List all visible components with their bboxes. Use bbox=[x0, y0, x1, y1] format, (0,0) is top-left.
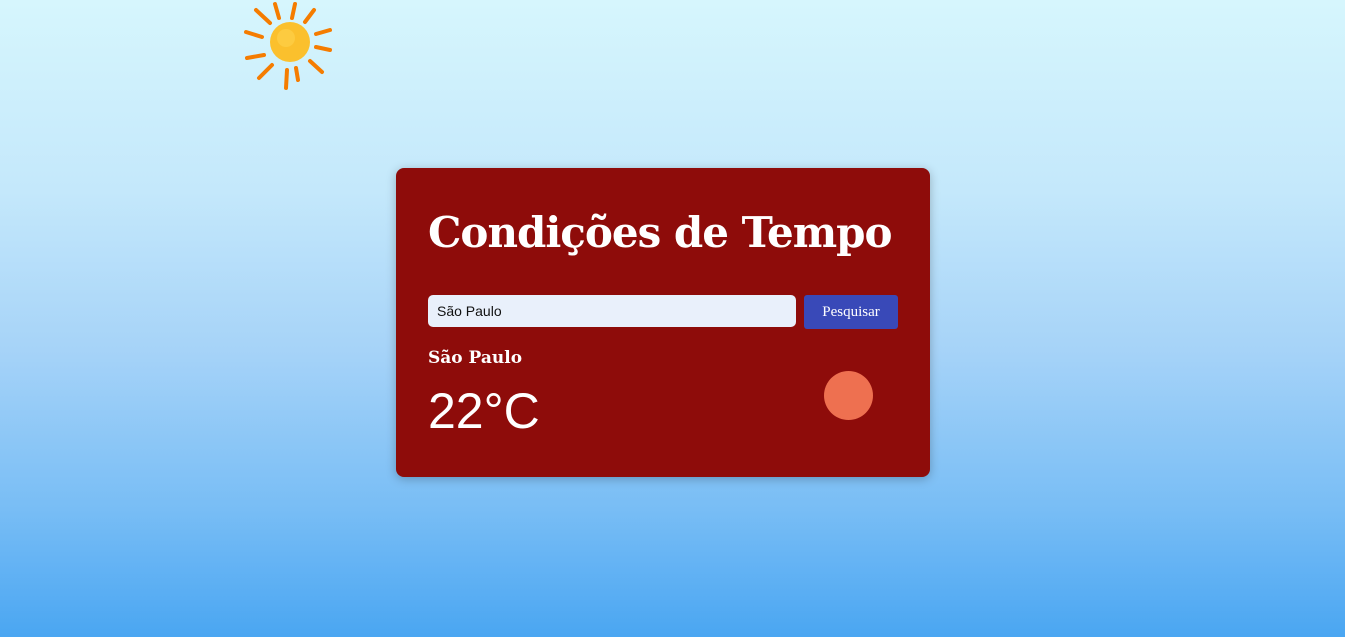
city-name: São Paulo bbox=[428, 348, 523, 368]
sun-icon bbox=[244, 2, 332, 90]
temperature: 22°C bbox=[428, 383, 540, 439]
weather-card: Condições de Tempo Pesquisar São Paulo 2… bbox=[396, 168, 930, 477]
search-button[interactable]: Pesquisar bbox=[804, 295, 898, 329]
weather-icon bbox=[824, 371, 873, 420]
page-title: Condições de Tempo bbox=[428, 208, 893, 257]
city-search-input[interactable] bbox=[428, 295, 796, 327]
